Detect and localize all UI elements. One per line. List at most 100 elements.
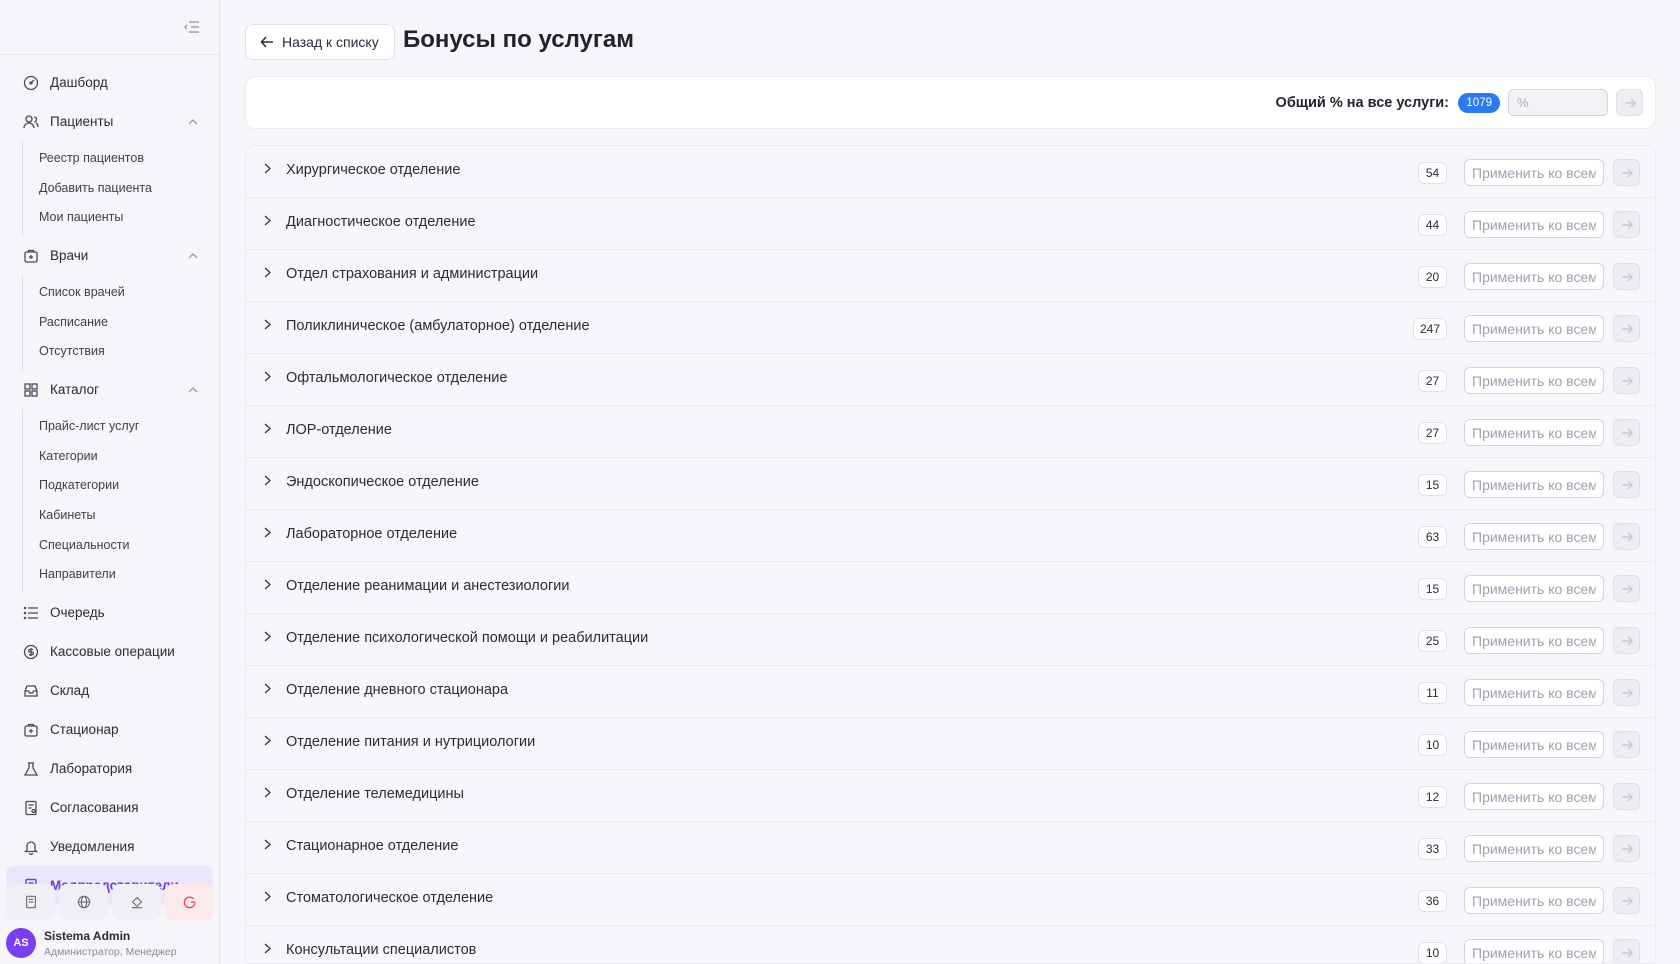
apply-to-all-input[interactable] xyxy=(1464,887,1604,914)
apply-to-all-input[interactable] xyxy=(1464,159,1604,186)
chevron-right-icon[interactable] xyxy=(261,734,273,746)
sidebar-item-cash[interactable]: Кассовые операции xyxy=(0,632,219,671)
apply-total-button[interactable] xyxy=(1616,89,1643,116)
apply-department-button[interactable] xyxy=(1613,211,1640,238)
chevron-right-icon[interactable] xyxy=(261,422,273,434)
chevron-right-icon[interactable] xyxy=(261,682,273,694)
chevron-right-icon[interactable] xyxy=(261,526,273,538)
apply-department-button[interactable] xyxy=(1613,159,1640,186)
apply-to-all-input[interactable] xyxy=(1464,367,1604,394)
reports-icon[interactable] xyxy=(6,884,55,920)
department-row[interactable]: Консультации специалистов 10 xyxy=(246,926,1655,963)
apply-to-all-input[interactable] xyxy=(1464,627,1604,654)
chevron-up-icon[interactable] xyxy=(187,250,199,262)
sidebar-subitem-schedule[interactable]: Расписание xyxy=(23,307,219,337)
sidebar-item-inpatient[interactable]: Стационар xyxy=(0,710,219,749)
department-row[interactable]: Эндоскопическое отделение 15 xyxy=(246,458,1655,510)
apply-department-button[interactable] xyxy=(1613,367,1640,394)
chevron-right-icon[interactable] xyxy=(261,942,273,954)
chevron-up-icon[interactable] xyxy=(187,384,199,396)
apply-department-button[interactable] xyxy=(1613,939,1640,963)
total-percent-input[interactable] xyxy=(1508,89,1608,116)
chevron-right-icon[interactable] xyxy=(261,630,273,642)
total-percent-label: Общий % на все услуги: xyxy=(1275,95,1449,111)
apply-to-all-input[interactable] xyxy=(1464,263,1604,290)
globe-icon[interactable] xyxy=(59,884,108,920)
apply-to-all-input[interactable] xyxy=(1464,419,1604,446)
apply-department-button[interactable] xyxy=(1613,835,1640,862)
sidebar-collapse-icon[interactable] xyxy=(183,18,201,36)
sidebar-subitem-patient-registry[interactable]: Реестр пациентов xyxy=(23,143,219,173)
chevron-right-icon[interactable] xyxy=(261,162,273,174)
department-row[interactable]: Стоматологическое отделение 36 xyxy=(246,874,1655,926)
apply-department-button[interactable] xyxy=(1613,419,1640,446)
apply-department-button[interactable] xyxy=(1613,627,1640,654)
apply-department-button[interactable] xyxy=(1613,315,1640,342)
apply-department-button[interactable] xyxy=(1613,263,1640,290)
apply-department-button[interactable] xyxy=(1613,575,1640,602)
department-row[interactable]: Отдел страхования и администрации 20 xyxy=(246,250,1655,302)
sidebar-subitem-rooms[interactable]: Кабинеты xyxy=(23,500,219,530)
sidebar-item-warehouse[interactable]: Склад xyxy=(0,671,219,710)
sidebar-subitem-specialties[interactable]: Специальности xyxy=(23,530,219,560)
chevron-right-icon[interactable] xyxy=(261,838,273,850)
sidebar-subitem-subcategories[interactable]: Подкатегории xyxy=(23,471,219,501)
apply-to-all-input[interactable] xyxy=(1464,835,1604,862)
sidebar-item-laboratory[interactable]: Лаборатория xyxy=(0,749,219,788)
department-row[interactable]: Лабораторное отделение 63 xyxy=(246,510,1655,562)
apply-to-all-input[interactable] xyxy=(1464,783,1604,810)
chevron-right-icon[interactable] xyxy=(261,890,273,902)
apply-to-all-input[interactable] xyxy=(1464,939,1604,963)
sidebar-item-notifications[interactable]: Уведомления xyxy=(0,827,219,866)
sidebar-item-dashboard[interactable]: Дашборд xyxy=(0,63,219,102)
back-to-list-button[interactable]: Назад к списку xyxy=(245,24,395,60)
sidebar-subitem-referrers[interactable]: Направители xyxy=(23,560,219,590)
apply-to-all-input[interactable] xyxy=(1464,523,1604,550)
sidebar-subitem-doctor-list[interactable]: Список врачей xyxy=(23,277,219,307)
sidebar-item-catalog[interactable]: Каталог xyxy=(0,370,219,409)
sidebar-subitem-absences[interactable]: Отсутствия xyxy=(23,336,219,366)
sidebar-item-queue[interactable]: Очередь xyxy=(0,593,219,632)
apply-to-all-input[interactable] xyxy=(1464,731,1604,758)
chevron-right-icon[interactable] xyxy=(261,578,273,590)
chevron-right-icon[interactable] xyxy=(261,786,273,798)
apply-to-all-input[interactable] xyxy=(1464,315,1604,342)
chevron-right-icon[interactable] xyxy=(261,266,273,278)
apply-to-all-input[interactable] xyxy=(1464,679,1604,706)
apply-department-button[interactable] xyxy=(1613,523,1640,550)
apply-department-button[interactable] xyxy=(1613,679,1640,706)
sidebar-subitem-categories[interactable]: Категории xyxy=(23,441,219,471)
department-row[interactable]: Отделение реанимации и анестезиологии 15 xyxy=(246,562,1655,614)
theme-fill-icon[interactable] xyxy=(112,884,161,920)
logout-icon[interactable] xyxy=(165,884,214,920)
apply-department-button[interactable] xyxy=(1613,887,1640,914)
sidebar-subitem-add-patient[interactable]: Добавить пациента xyxy=(23,173,219,203)
sidebar-item-patients[interactable]: Пациенты xyxy=(0,102,219,141)
sidebar-subitem-my-patients[interactable]: Мои пациенты xyxy=(23,202,219,232)
apply-department-button[interactable] xyxy=(1613,731,1640,758)
chevron-right-icon[interactable] xyxy=(261,214,273,226)
sidebar-item-doctors[interactable]: Врачи xyxy=(0,236,219,275)
apply-to-all-input[interactable] xyxy=(1464,211,1604,238)
department-row[interactable]: Офтальмологическое отделение 27 xyxy=(246,354,1655,406)
department-row[interactable]: Отделение телемедицины 12 xyxy=(246,770,1655,822)
chevron-right-icon[interactable] xyxy=(261,318,273,330)
sidebar-item-approvals[interactable]: Согласования xyxy=(0,788,219,827)
user-profile[interactable]: AS Sistema Admin Администратор, Менеджер xyxy=(6,926,214,960)
apply-to-all-input[interactable] xyxy=(1464,575,1604,602)
chevron-right-icon[interactable] xyxy=(261,474,273,486)
apply-department-button[interactable] xyxy=(1613,783,1640,810)
chevron-up-icon[interactable] xyxy=(187,116,199,128)
apply-to-all-input[interactable] xyxy=(1464,471,1604,498)
department-row[interactable]: Отделение питания и нутрициологии 10 xyxy=(246,718,1655,770)
department-row[interactable]: Хирургическое отделение 54 xyxy=(246,146,1655,198)
department-row[interactable]: Поликлиническое (амбулаторное) отделение… xyxy=(246,302,1655,354)
department-row[interactable]: Диагностическое отделение 44 xyxy=(246,198,1655,250)
department-row[interactable]: Стационарное отделение 33 xyxy=(246,822,1655,874)
department-row[interactable]: Отделение психологической помощи и реаби… xyxy=(246,614,1655,666)
sidebar-subitem-price-list[interactable]: Прайс-лист услуг xyxy=(23,411,219,441)
department-row[interactable]: ЛОР-отделение 27 xyxy=(246,406,1655,458)
department-row[interactable]: Отделение дневного стационара 11 xyxy=(246,666,1655,718)
chevron-right-icon[interactable] xyxy=(261,370,273,382)
apply-department-button[interactable] xyxy=(1613,471,1640,498)
